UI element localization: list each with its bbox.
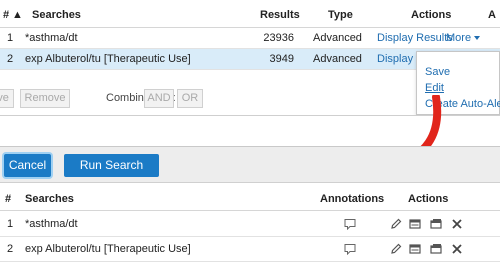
row-num: 1 — [7, 218, 14, 230]
chevron-down-icon — [474, 36, 481, 41]
close-icon[interactable] — [451, 218, 463, 230]
search-query: *asthma/dt — [25, 218, 78, 230]
search-query: exp Albuterol/tu [Therapeutic Use] — [25, 53, 191, 65]
run-search-button[interactable]: Run Search — [64, 154, 159, 177]
edit-table-header: # Searches Annotations Actions — [0, 185, 500, 211]
cancel-button[interactable]: Cancel — [4, 154, 51, 177]
row-num: 2 — [7, 243, 14, 255]
column-searches: Searches — [25, 193, 74, 205]
search-history-header: # ▲ Searches Results Type Actions A — [0, 0, 500, 28]
annotation-comment-icon[interactable] — [344, 243, 356, 255]
column-num: # — [3, 9, 10, 21]
column-actions: Actions — [411, 9, 452, 21]
row-num: 1 — [7, 32, 14, 44]
column-results[interactable]: Results — [260, 9, 300, 21]
display-results-link[interactable]: Display Results — [377, 32, 453, 44]
annotation-comment-icon[interactable] — [344, 218, 356, 230]
results-count: 3949 — [269, 53, 294, 65]
search-type: Advanced — [313, 32, 362, 44]
sort-asc-icon[interactable]: ▲ — [12, 9, 23, 21]
display-results-icon[interactable] — [409, 218, 421, 230]
table-row[interactable]: 1 *asthma/dt — [0, 212, 500, 237]
edit-toolbar: Cancel Run Search — [0, 147, 500, 183]
search-query: *asthma/dt — [25, 32, 78, 44]
row-num: 2 — [7, 53, 14, 65]
save-search-icon[interactable] — [430, 218, 442, 230]
column-annotations: Annotations — [320, 193, 385, 205]
display-results-icon[interactable] — [409, 243, 421, 255]
table-row[interactable]: 2 exp Albuterol/tu [Therapeutic Use] — [0, 237, 500, 262]
search-query: exp Albuterol/tu [Therapeutic Use] — [25, 243, 191, 255]
column-num: # — [5, 193, 12, 205]
menu-item-save[interactable]: Save — [425, 66, 450, 78]
more-menu-button[interactable]: More — [446, 32, 481, 44]
search-type: Advanced — [313, 53, 362, 65]
edit-pencil-icon[interactable] — [390, 218, 402, 230]
edit-search-panel: Cancel Run Search # Searches Annotations… — [0, 146, 500, 263]
save-button[interactable]: ve — [0, 89, 14, 108]
close-icon[interactable] — [451, 243, 463, 255]
results-count: 23936 — [263, 32, 294, 44]
more-label: More — [446, 32, 472, 44]
remove-button[interactable]: Remove — [20, 89, 70, 108]
save-search-icon[interactable] — [430, 243, 442, 255]
or-button[interactable]: OR — [177, 89, 203, 108]
column-cut: A — [488, 9, 496, 21]
column-type[interactable]: Type — [328, 9, 353, 21]
table-row[interactable]: 1 *asthma/dt 23936 Advanced Display Resu… — [0, 28, 500, 49]
and-button[interactable]: AND — [144, 89, 174, 108]
column-searches[interactable]: Searches — [32, 9, 81, 21]
column-actions: Actions — [408, 193, 449, 205]
edit-pencil-icon[interactable] — [390, 243, 402, 255]
menu-item-edit[interactable]: Edit — [425, 82, 444, 94]
